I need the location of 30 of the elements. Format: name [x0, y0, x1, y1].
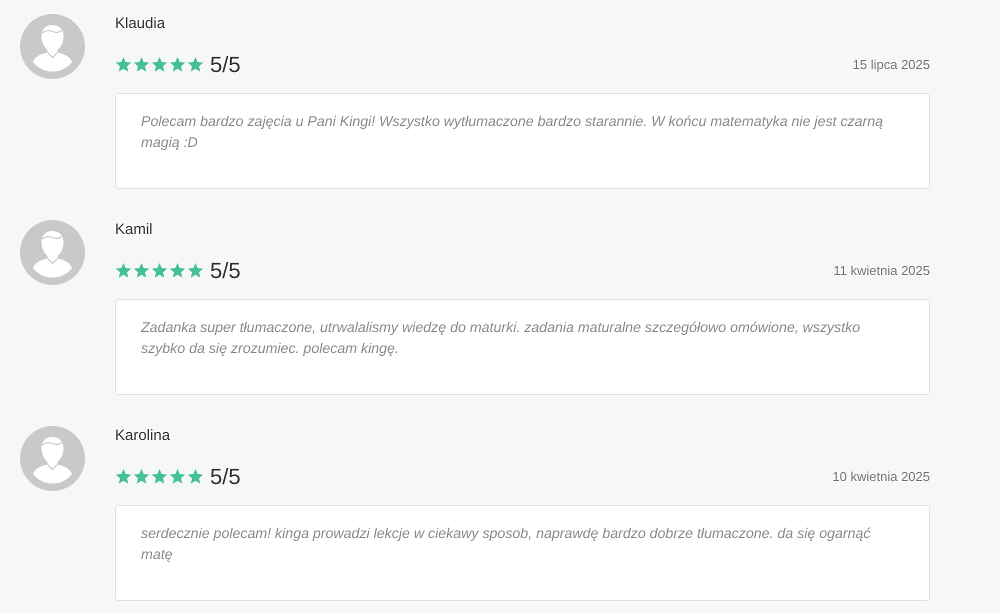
avatar-icon — [20, 220, 85, 285]
review-date: 11 kwietnia 2025 — [833, 262, 930, 280]
review-comment: Zadanka super tłumaczone, utrwalalismy wiedzę do maturki. zadania maturalne szczegółowo omówione, wszystko szybko da się zrozumiec. polecam kingę. — [141, 319, 862, 359]
rating-score: 5/5 — [210, 257, 241, 285]
star-icon — [115, 469, 132, 485]
star-icon — [133, 263, 150, 279]
review-comment: Polecam bardzo zajęcia u Pani Kingi! Wszystko wytłumaczone bardzo starannie. W końcu matematyka nie jest czarną magią :D — [141, 113, 884, 153]
star-icon — [151, 263, 168, 279]
star-icon — [115, 263, 132, 279]
review-date: 15 lipca 2025 — [852, 56, 930, 74]
rating-score: 5/5 — [210, 463, 241, 491]
star-icon — [187, 263, 204, 279]
star-icon — [187, 57, 204, 73]
review-comment: serdecznie polecam! kinga prowadzi lekcje w ciekawy sposob, naprawdę bardzo dobrze tłumaczone. da się ogarnąć matę — [141, 525, 872, 565]
reviewer-name: Klaudia — [115, 14, 166, 34]
star-icon — [169, 57, 186, 73]
avatar-icon — [20, 14, 85, 79]
star-icon — [151, 469, 168, 485]
reviewer-name: Kamil — [115, 220, 153, 240]
star-icon — [133, 57, 150, 73]
review-date: 10 kwietnia 2025 — [832, 468, 930, 486]
star-icon — [151, 57, 168, 73]
reviewer-name: Karolina — [115, 426, 170, 446]
star-icon — [187, 469, 204, 485]
star-icon — [169, 469, 186, 485]
star-icon — [169, 263, 186, 279]
avatar-icon — [20, 426, 85, 491]
star-icon — [115, 57, 132, 73]
star-icon — [133, 469, 150, 485]
rating-score: 5/5 — [210, 51, 241, 79]
